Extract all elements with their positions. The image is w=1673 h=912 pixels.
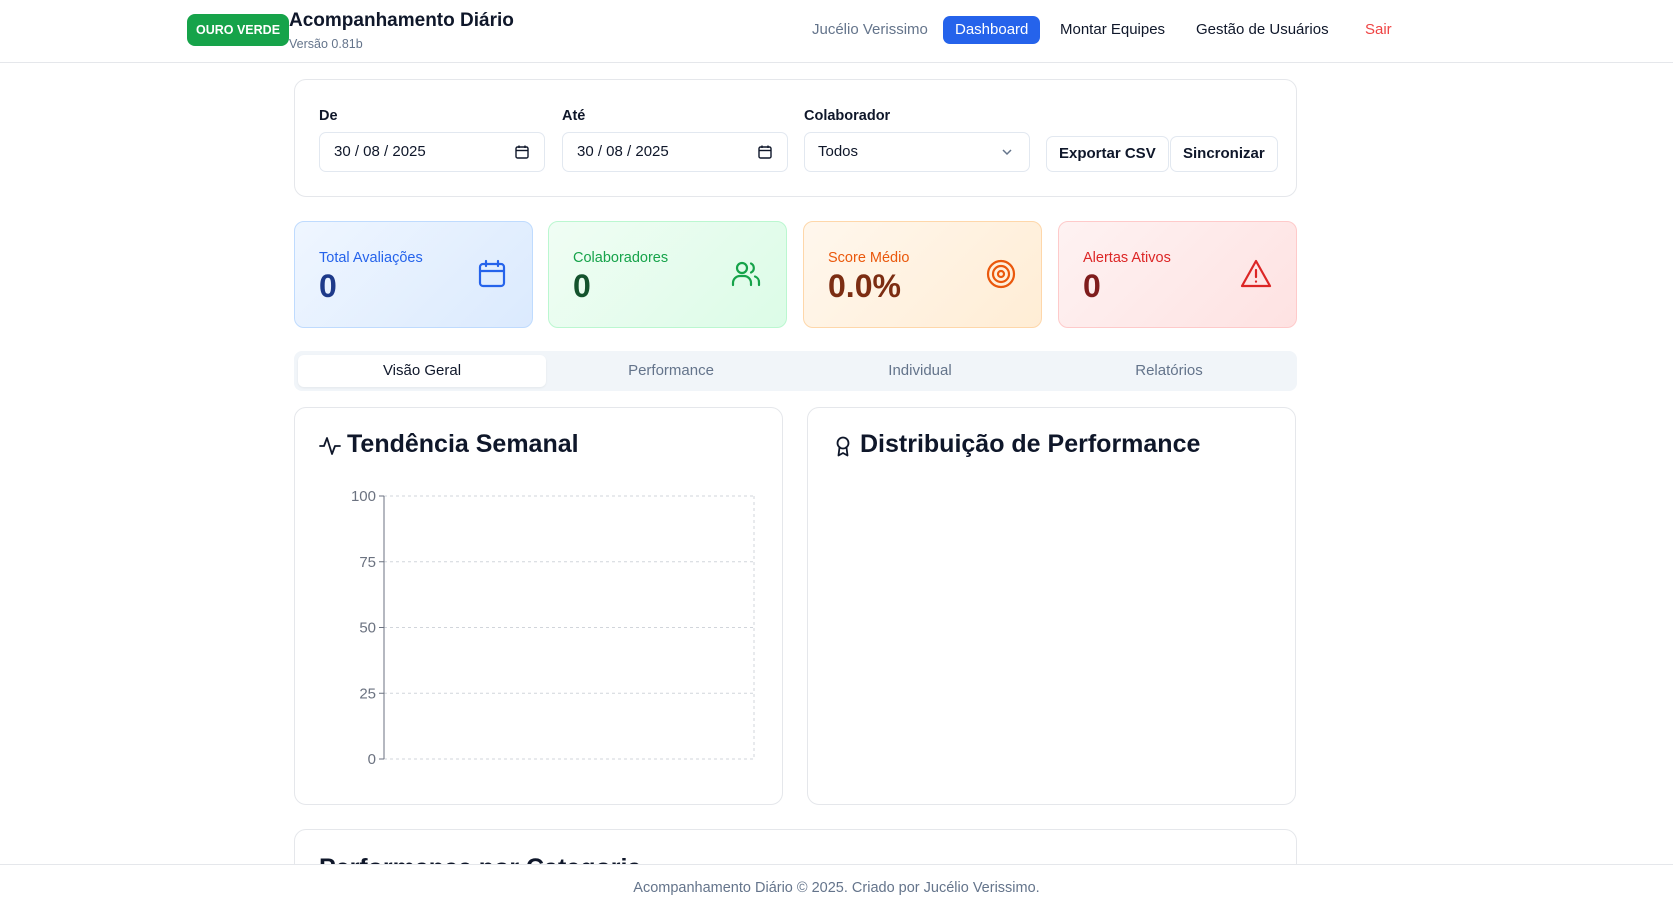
chevron-down-icon [1002, 149, 1012, 156]
y-tick-label: 100 [351, 488, 376, 505]
stat-label: Score Médio [828, 250, 910, 266]
date-to-input[interactable]: 30 / 08 / 2025 [562, 132, 788, 172]
stat-card-alertas-ativos: Alertas Ativos 0 [1058, 221, 1297, 328]
stat-value: 0 [573, 268, 591, 304]
nav-gestao-usuarios-button[interactable]: Gestão de Usuários [1184, 16, 1341, 44]
alert-triangle-icon [1240, 259, 1272, 288]
tab-bar: Visão Geral Performance Individual Relat… [294, 351, 1297, 391]
stat-card-score-medio: Score Médio 0.0% [803, 221, 1042, 328]
stat-value: 0.0% [828, 268, 901, 304]
distribution-panel: Distribuição de Performance [807, 407, 1296, 805]
date-from-value: 30 / 08 / 2025 [334, 143, 426, 160]
user-name: Jucélio Verissimo [812, 21, 928, 38]
calendar-icon [478, 259, 506, 288]
app-title: Acompanhamento Diário [289, 10, 514, 31]
stat-label: Alertas Ativos [1083, 250, 1171, 266]
collaborator-label: Colaborador [804, 108, 891, 124]
footer: Acompanhamento Diário © 2025. Criado por… [0, 864, 1673, 912]
date-to-label: Até [562, 108, 586, 124]
date-to-value: 30 / 08 / 2025 [577, 143, 669, 160]
top-header: OURO VERDE Acompanhamento Diário Versão … [0, 0, 1673, 63]
distribution-panel-title: Distribuição de Performance [860, 430, 1201, 458]
stat-label: Total Avaliações [319, 250, 423, 266]
stat-label: Colaboradores [573, 250, 669, 266]
logout-button[interactable]: Sair [1353, 16, 1404, 44]
activity-icon [319, 437, 341, 455]
award-icon [836, 436, 850, 457]
users-icon [731, 261, 761, 287]
calendar-icon[interactable] [514, 144, 530, 160]
collaborator-value: Todos [818, 143, 859, 160]
y-tick-label: 50 [359, 620, 376, 637]
target-icon [986, 259, 1016, 289]
stat-value: 0 [319, 268, 337, 304]
y-tick-label: 25 [359, 685, 376, 702]
calendar-icon[interactable] [757, 144, 773, 160]
date-from-input[interactable]: 30 / 08 / 2025 [319, 132, 545, 172]
trend-chart: 0 25 50 75 100 [351, 488, 755, 768]
nav-montar-equipes-button[interactable]: Montar Equipes [1048, 16, 1177, 44]
brand-badge: OURO VERDE [187, 14, 290, 46]
app-version: Versão 0.81b [289, 37, 363, 51]
tab-relatorios[interactable]: Relatórios [1045, 355, 1293, 387]
collaborator-select[interactable]: Todos [804, 132, 1030, 172]
y-tick-label: 75 [359, 554, 376, 571]
sync-button[interactable]: Sincronizar [1170, 136, 1278, 172]
stat-value: 0 [1083, 268, 1101, 304]
trend-panel: Tendência Semanal 0 25 50 75 100 [294, 407, 783, 805]
y-tick-label: 0 [368, 751, 376, 768]
stat-card-colaboradores: Colaboradores 0 [548, 221, 787, 328]
export-csv-button[interactable]: Exportar CSV [1046, 136, 1169, 172]
tab-individual[interactable]: Individual [796, 355, 1044, 387]
trend-panel-title: Tendência Semanal [347, 430, 579, 458]
tab-visao-geral[interactable]: Visão Geral [298, 355, 546, 387]
tab-performance[interactable]: Performance [547, 355, 795, 387]
date-from-label: De [319, 108, 338, 124]
stat-card-total-avaliacoes: Total Avaliações 0 [294, 221, 533, 328]
nav-dashboard-button[interactable]: Dashboard [943, 16, 1041, 44]
